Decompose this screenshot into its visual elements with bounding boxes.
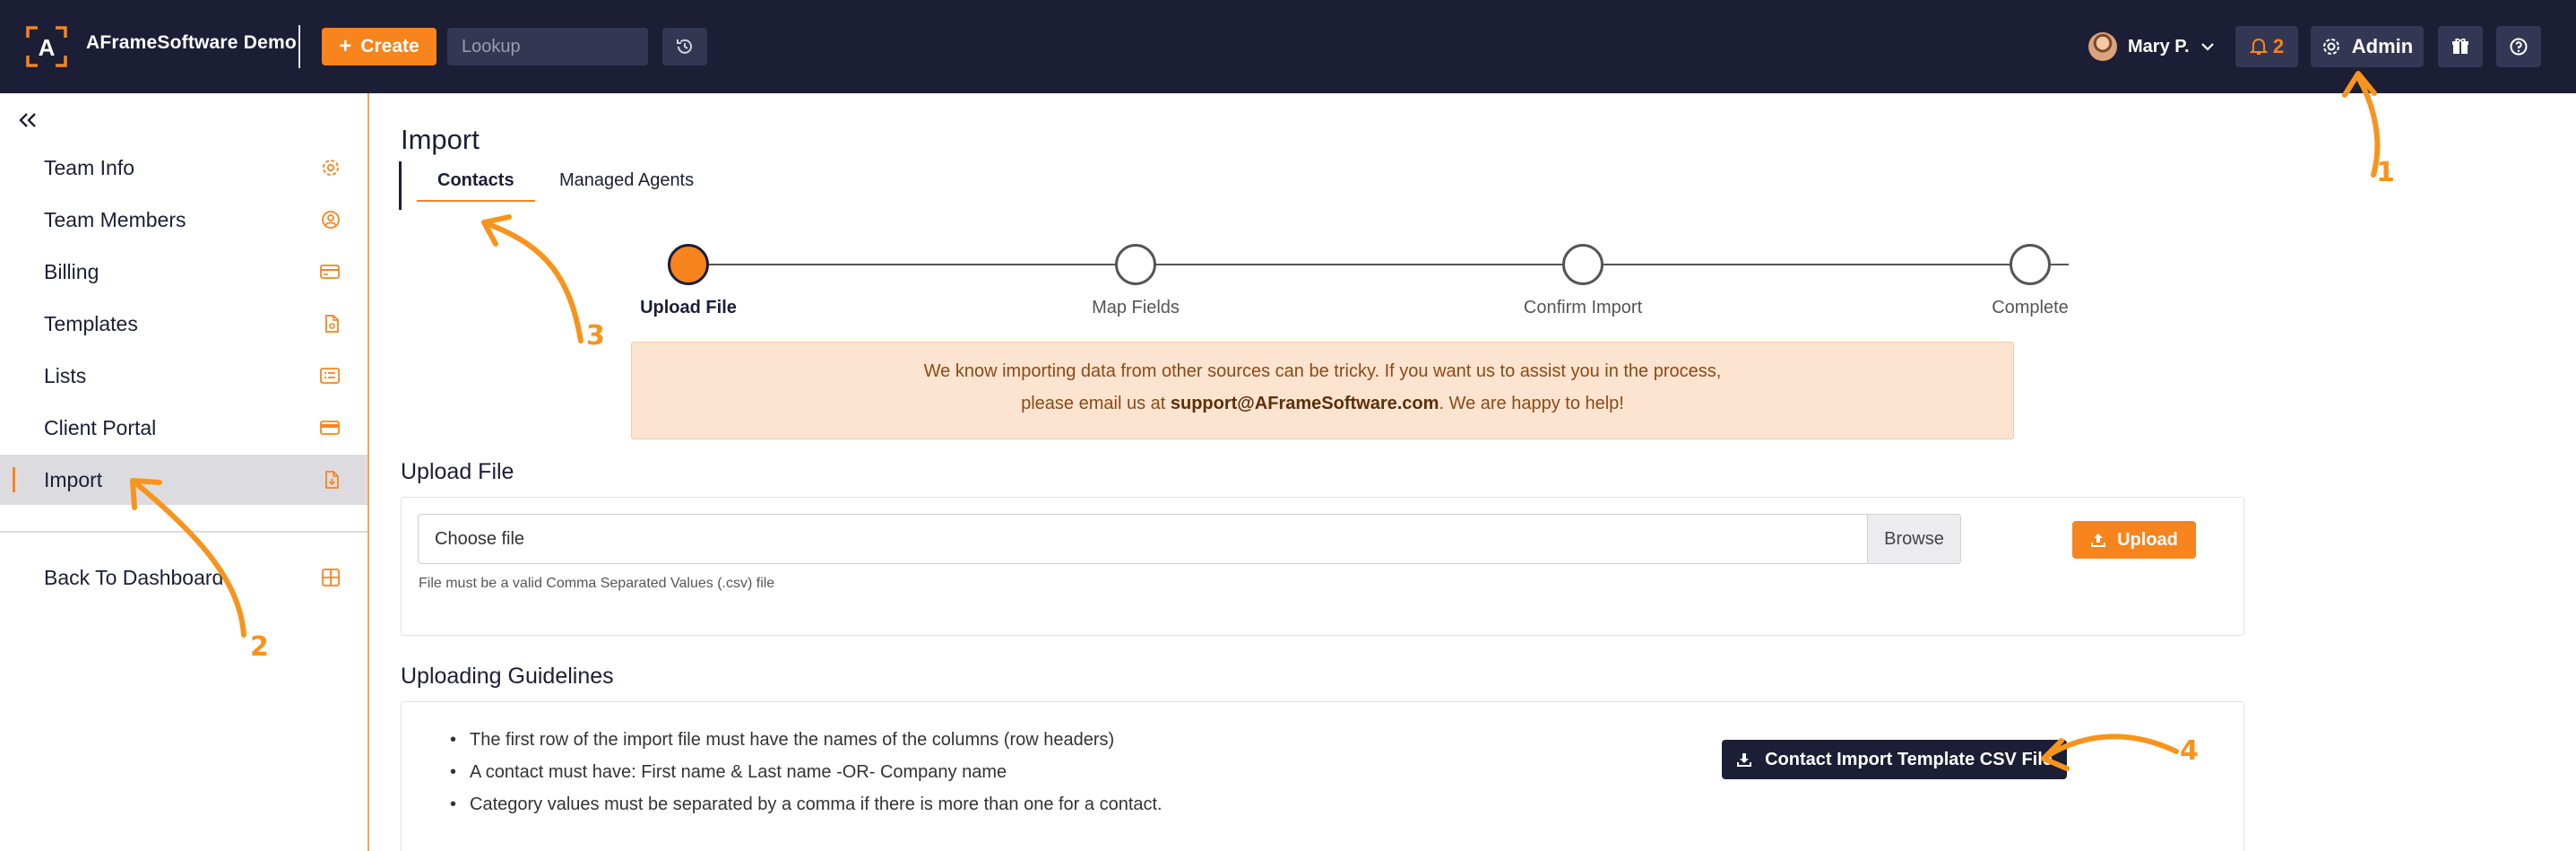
page-title: Import: [401, 124, 480, 155]
step-label: Upload File: [640, 298, 737, 317]
download-template-button[interactable]: Contact Import Template CSV File: [1722, 740, 2067, 779]
svg-text:A: A: [39, 34, 56, 61]
step-label: Map Fields: [1092, 298, 1180, 317]
plus-icon: +: [339, 34, 352, 58]
download-icon: [1737, 753, 1752, 767]
upload-file-title: Upload File: [401, 459, 514, 484]
browse-button[interactable]: Browse: [1867, 515, 1960, 563]
top-navigation-bar: A AFrameSoftware Demo + Create Mary P.: [0, 0, 2576, 93]
gear-icon: [2322, 39, 2339, 55]
admin-label: Admin: [2351, 35, 2414, 57]
admin-button[interactable]: Admin: [2311, 26, 2424, 67]
file-help-text: File must be a valid Comma Separated Val…: [419, 576, 775, 591]
step-circle: [1115, 244, 1156, 285]
tabs-indicator-line: [399, 161, 402, 210]
user-circle-icon: [322, 211, 340, 229]
step-circle: [668, 244, 709, 285]
tab-contacts[interactable]: Contacts: [417, 170, 535, 202]
notice-line-2: please email us at support@AFrameSoftwar…: [632, 387, 2013, 420]
annotation-label-1: 1: [2376, 157, 2395, 188]
history-button[interactable]: [662, 28, 707, 65]
app-title: AFrameSoftware Demo: [86, 32, 297, 53]
collapse-sidebar-icon[interactable]: [16, 108, 41, 133]
step-label: Confirm Import: [1523, 298, 1643, 317]
notice-line-2-prefix: please email us at: [1021, 394, 1171, 413]
sidebar-item-back-to-dashboard[interactable]: Back To Dashboard: [0, 552, 367, 603]
sidebar-divider: [0, 531, 367, 533]
help-button[interactable]: [2496, 26, 2541, 67]
upload-button[interactable]: Upload: [2072, 521, 2196, 559]
create-button[interactable]: + Create: [322, 28, 437, 65]
uploading-guidelines-panel: The first row of the import file must ha…: [401, 701, 2244, 851]
step-confirm-import: Confirm Import: [1493, 244, 1673, 318]
user-name: Mary P.: [2128, 36, 2190, 56]
file-chooser[interactable]: Choose file Browse: [418, 514, 1961, 564]
annotation-label-4: 4: [2180, 735, 2199, 767]
sidebar-item-label: Back To Dashboard: [44, 565, 224, 589]
sidebar-item-lists[interactable]: Lists: [0, 351, 367, 401]
chevron-down-icon: [2200, 43, 2214, 51]
annotation-label-3: 3: [586, 320, 605, 352]
notification-count: 2: [2272, 35, 2285, 57]
step-circle: [1562, 244, 1604, 285]
guidelines-list: The first row of the import file must ha…: [450, 724, 1163, 821]
sidebar-item-label: Client Portal: [44, 415, 157, 439]
card-icon: [320, 421, 340, 435]
step-complete: Complete: [1941, 244, 2120, 318]
help-icon: [2510, 38, 2528, 56]
sidebar-item-team-info[interactable]: Team Info: [0, 143, 367, 193]
sidebar-item-label: Billing: [44, 259, 99, 283]
sidebar-item-team-members[interactable]: Team Members: [0, 195, 367, 245]
file-icon: [325, 315, 339, 333]
gear-icon: [323, 160, 339, 176]
upload-button-label: Upload: [2117, 529, 2178, 550]
import-stepper: Upload File Map Fields Confirm Import Co…: [640, 244, 2407, 318]
sidebar-item-label: Templates: [44, 311, 138, 335]
assistance-notice: We know importing data from other source…: [631, 342, 2014, 439]
list-icon: [320, 368, 340, 384]
template-button-label: Contact Import Template CSV File: [1765, 749, 2053, 769]
upload-icon: [2091, 534, 2106, 547]
notifications-button[interactable]: 2: [2235, 26, 2298, 67]
sidebar-item-label: Import: [44, 467, 103, 491]
notice-line-2-suffix: . We are happy to help!: [1439, 394, 1624, 413]
gift-icon: [2452, 38, 2468, 54]
gift-button[interactable]: [2438, 26, 2483, 67]
history-icon: [677, 39, 692, 54]
bell-icon: [2249, 39, 2268, 55]
create-button-label: Create: [360, 36, 419, 56]
header-divider: [298, 25, 300, 68]
uploading-guidelines-title: Uploading Guidelines: [401, 664, 614, 689]
sidebar-item-label: Team Members: [44, 207, 186, 231]
sidebar-item-import[interactable]: Import: [0, 455, 367, 505]
sidebar-item-label: Team Info: [44, 155, 134, 179]
list-item: Category values must be separated by a c…: [450, 788, 1163, 821]
avatar: [2088, 32, 2117, 61]
sidebar-item-billing[interactable]: Billing: [0, 247, 367, 297]
lookup-search: [447, 28, 699, 65]
tab-managed-agents[interactable]: Managed Agents: [559, 170, 694, 200]
step-circle: [2010, 244, 2051, 285]
sidebar: Team Info Team Members Billing Templates…: [0, 93, 369, 851]
annotation-label-2: 2: [250, 631, 269, 663]
dashboard-grid-icon: [322, 569, 340, 586]
step-label: Complete: [1992, 298, 2069, 317]
notice-line-1: We know importing data from other source…: [923, 361, 1722, 381]
user-menu[interactable]: Mary P.: [2088, 32, 2215, 61]
upload-file-panel: Choose file Browse Upload File must be a…: [401, 497, 2244, 636]
sidebar-item-label: Lists: [44, 363, 87, 387]
aframe-logo[interactable]: A: [25, 25, 68, 68]
sidebar-item-client-portal[interactable]: Client Portal: [0, 403, 367, 453]
choose-file-field[interactable]: Choose file: [419, 529, 1867, 550]
credit-card-icon: [320, 265, 340, 279]
file-import-icon: [325, 471, 339, 489]
list-item: The first row of the import file must ha…: [450, 724, 1163, 756]
support-email-link[interactable]: support@AFrameSoftware.com: [1171, 394, 1439, 413]
sidebar-item-templates[interactable]: Templates: [0, 299, 367, 349]
step-map-fields: Map Fields: [1046, 244, 1225, 318]
step-upload-file: Upload File: [599, 244, 778, 318]
stepper-line: [688, 264, 2069, 265]
main-content: Import Contacts Managed Agents Upload Fi…: [369, 93, 2576, 851]
list-item: A contact must have: First name & Last n…: [450, 756, 1163, 788]
